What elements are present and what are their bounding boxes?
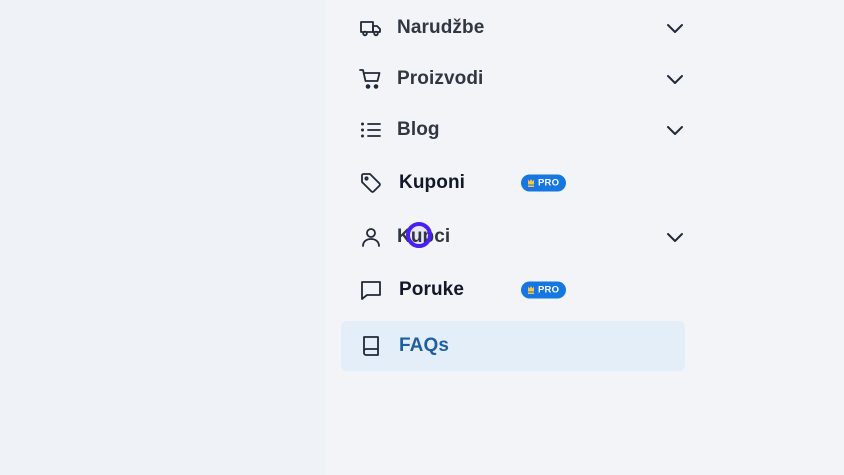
- crown-icon: [527, 179, 535, 188]
- sidebar-item-blog[interactable]: Blog: [341, 105, 685, 155]
- sidebar-item-narudzbe[interactable]: Narudžbe: [341, 3, 685, 53]
- pro-badge-label: PRO: [538, 177, 560, 189]
- cursor-indicator: [406, 222, 432, 248]
- sidebar-item-label: FAQs: [399, 335, 450, 356]
- chevron-down-icon[interactable]: [665, 69, 685, 89]
- pro-badge: PRO: [521, 174, 567, 192]
- pro-badge-label: PRO: [538, 284, 560, 296]
- sidebar-item-proizvodi[interactable]: Proizvodi: [341, 54, 685, 104]
- left-pane: [0, 0, 325, 475]
- sidebar-item-label: Proizvodi: [397, 68, 484, 89]
- book-icon: [359, 334, 383, 358]
- sidebar-item-kuponi[interactable]: Kuponi PRO: [341, 158, 685, 208]
- sidebar-item-label: Blog: [397, 119, 440, 140]
- message-icon: [359, 278, 383, 302]
- sidebar-item-faqs[interactable]: FAQs: [341, 321, 685, 371]
- tag-icon: [359, 171, 383, 195]
- truck-icon: [359, 16, 383, 40]
- user-icon: [359, 225, 383, 249]
- pro-badge: PRO: [521, 281, 567, 299]
- sidebar-item-kupci[interactable]: Kupci: [341, 212, 685, 262]
- cart-icon: [359, 67, 383, 91]
- crown-icon: [527, 286, 535, 295]
- sidebar-item-label: Poruke: [399, 279, 465, 300]
- list-icon: [359, 118, 383, 142]
- sidebar-item-label: Narudžbe: [397, 17, 485, 38]
- sidebar-item-poruke[interactable]: Poruke PRO: [341, 265, 685, 315]
- chevron-down-icon[interactable]: [665, 227, 685, 247]
- sidebar-item-label: Kuponi: [399, 172, 466, 193]
- chevron-down-icon[interactable]: [665, 18, 685, 38]
- chevron-down-icon[interactable]: [665, 120, 685, 140]
